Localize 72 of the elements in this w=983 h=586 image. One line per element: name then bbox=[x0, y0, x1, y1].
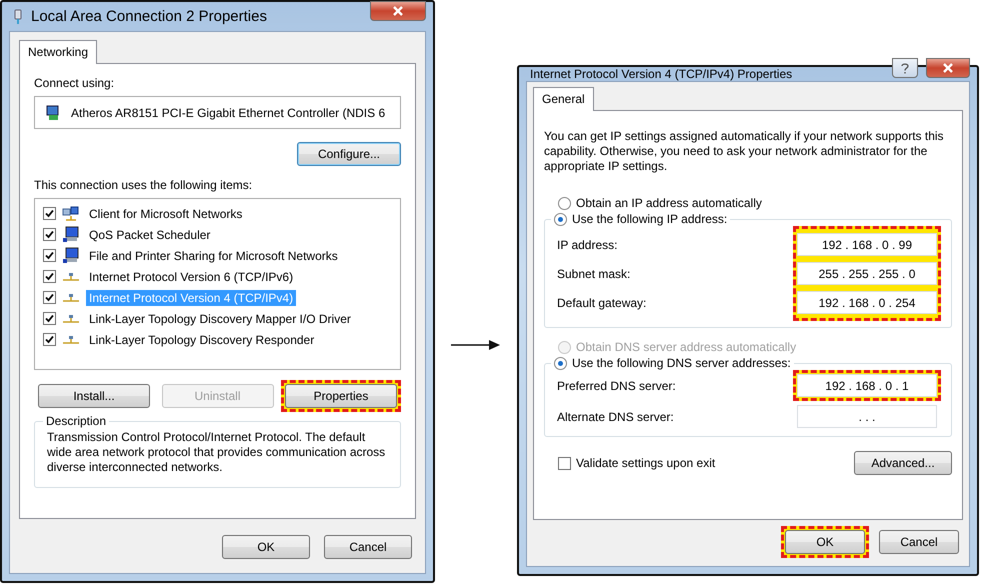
check-icon bbox=[45, 293, 54, 302]
checkbox[interactable] bbox=[43, 228, 56, 241]
dialog-button[interactable]: Properties bbox=[285, 384, 397, 408]
dialog-button[interactable]: OK bbox=[222, 535, 310, 559]
dialog-button[interactable]: Cancel bbox=[324, 535, 412, 559]
checkbox[interactable] bbox=[43, 291, 56, 304]
network-protocol-icon bbox=[62, 292, 80, 302]
check-icon bbox=[45, 209, 54, 218]
tab[interactable]: General bbox=[533, 87, 594, 111]
field-label: Subnet mask: bbox=[557, 266, 630, 280]
ip-address-field[interactable]: 192 . 168 . 0 . 254 bbox=[797, 291, 937, 314]
intro-text: You can get IP settings assigned automatically if your network supports this capability. Otherwise, you need to ask your network administrator for the appropriate IP settings. bbox=[544, 129, 945, 174]
arrow bbox=[451, 339, 501, 351]
close-button[interactable] bbox=[370, 0, 426, 20]
list-item[interactable]: Client for Microsoft Networks bbox=[86, 206, 246, 222]
field-label: Alternate DNS server: bbox=[557, 410, 674, 424]
list-item[interactable]: Internet Protocol Version 6 (TCP/IPv6) bbox=[86, 268, 296, 284]
check-icon bbox=[45, 272, 54, 281]
checkbox[interactable] bbox=[43, 312, 56, 325]
dialog-button[interactable]: Cancel bbox=[879, 530, 959, 554]
adapter-name: Atheros AR8151 PCI-E Gigabit Ethernet Controller (NDIS 6 bbox=[71, 106, 386, 120]
list-item[interactable]: QoS Packet Scheduler bbox=[86, 226, 214, 242]
configure-button[interactable]: Configure... bbox=[297, 142, 401, 166]
network-protocol-icon bbox=[62, 272, 80, 282]
radio-button[interactable] bbox=[554, 356, 567, 370]
radio-label: Use the following DNS server addresses: bbox=[572, 356, 791, 370]
ip-address-field[interactable]: 192 . 168 . 0 . 99 bbox=[797, 233, 937, 256]
radio-label: Obtain an IP address automatically bbox=[576, 196, 762, 210]
checkbox[interactable] bbox=[43, 333, 56, 346]
checkbox[interactable] bbox=[43, 270, 56, 283]
network-protocol-icon bbox=[62, 334, 80, 344]
close-icon bbox=[392, 6, 404, 16]
list-item[interactable]: Link-Layer Topology Discovery Mapper I/O Driver bbox=[86, 310, 354, 326]
ip-address-field[interactable]: . . . bbox=[797, 405, 937, 428]
network-adapter-icon bbox=[45, 104, 61, 120]
check-icon bbox=[45, 251, 54, 260]
help-icon bbox=[901, 62, 909, 74]
radio-label: Obtain DNS server address automatically bbox=[576, 340, 796, 354]
checkbox-label: Validate settings upon exit bbox=[576, 456, 716, 470]
radio-button[interactable] bbox=[554, 212, 567, 226]
window-title: Internet Protocol Version 4 (TCP/IPv4) Properties bbox=[530, 67, 794, 81]
close-icon bbox=[942, 63, 954, 73]
field-label: Preferred DNS server: bbox=[557, 378, 676, 392]
field-label: IP address: bbox=[557, 238, 618, 252]
description-text: Transmission Control Protocol/Internet Protocol. The default wide area network protocol that provides communication across diverse interconnected networks. bbox=[47, 430, 386, 475]
checkbox[interactable] bbox=[43, 207, 56, 220]
list-item[interactable]: File and Printer Sharing for Microsoft Networks bbox=[86, 248, 341, 264]
radio-button[interactable] bbox=[558, 196, 571, 210]
check-icon bbox=[45, 335, 54, 344]
section-label: Connect using: bbox=[34, 76, 116, 90]
advanced-button[interactable]: Advanced... bbox=[854, 451, 952, 475]
ip-address-field[interactable]: 255 . 255 . 255 . 0 bbox=[797, 262, 937, 285]
check-icon bbox=[45, 314, 54, 323]
computer-icon bbox=[62, 247, 80, 264]
checkbox[interactable] bbox=[43, 249, 56, 262]
tab[interactable]: Networking bbox=[19, 40, 98, 64]
network-computers-icon bbox=[62, 206, 80, 222]
window-title: Local Area Connection 2 Properties bbox=[31, 8, 268, 25]
check-icon bbox=[45, 230, 54, 239]
ip-address-field[interactable]: 192 . 168 . 0 . 1 bbox=[797, 374, 937, 397]
network-protocol-icon bbox=[62, 314, 80, 324]
computer-icon bbox=[62, 226, 80, 243]
dialog-button[interactable]: Install... bbox=[38, 384, 150, 408]
field-label: Default gateway: bbox=[557, 296, 646, 310]
help-button[interactable] bbox=[892, 58, 918, 78]
dialog-button[interactable]: OK bbox=[785, 530, 865, 554]
list-item[interactable]: Link-Layer Topology Discovery Responder bbox=[86, 332, 318, 348]
group-legend: Description bbox=[46, 414, 106, 428]
section-label: This connection uses the following items: bbox=[34, 178, 254, 192]
radio-label: Use the following IP address: bbox=[572, 212, 728, 226]
plug-icon bbox=[13, 8, 23, 24]
checkbox[interactable] bbox=[558, 456, 571, 470]
